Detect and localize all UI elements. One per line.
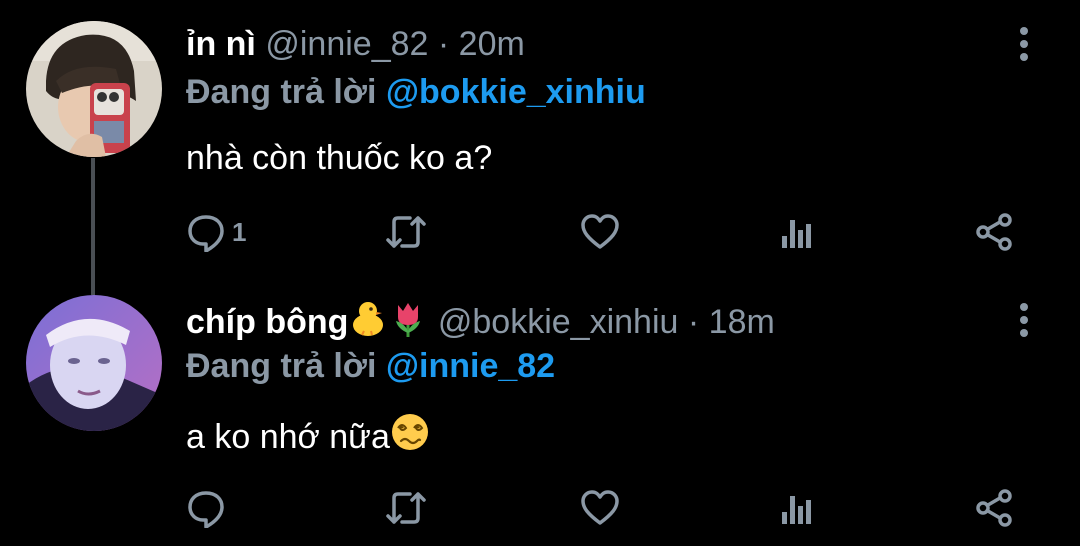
tweet-header: chíp bông @bokkie_xinhiu · 18m [186, 299, 775, 346]
like-icon [580, 488, 620, 528]
like-button[interactable] [580, 210, 620, 254]
reply-prefix: Đang trả lời [186, 73, 377, 111]
retweet-icon [384, 212, 428, 252]
reply-prefix: Đang trả lời [186, 347, 377, 385]
reply-icon [186, 212, 226, 252]
tulip-emoji [388, 299, 428, 346]
reply-button[interactable] [186, 486, 232, 530]
dizzy-face-emoji [390, 412, 430, 461]
separator-dot: · [687, 303, 700, 341]
analytics-button[interactable] [780, 486, 816, 530]
reply-count: 1 [232, 216, 247, 247]
tweet-header: ỉn nì @innie_82 · 20m [186, 24, 525, 64]
avatar[interactable] [26, 21, 162, 157]
like-icon [580, 212, 620, 252]
user-handle[interactable]: @innie_82 [265, 25, 428, 63]
chick-emoji [348, 299, 388, 346]
reply-button[interactable]: 1 [186, 210, 246, 254]
tweet-actions: 1 [0, 210, 1080, 254]
tweet-text: a ko nhớ nữa [186, 418, 390, 456]
share-icon [974, 488, 1014, 528]
like-button[interactable] [580, 486, 620, 530]
reply-context: Đang trả lời @innie_82 [186, 346, 555, 386]
share-button[interactable] [974, 210, 1014, 254]
tweet-text: nhà còn thuốc ko a? [186, 139, 493, 177]
tweet-actions [0, 486, 1080, 530]
more-options-icon[interactable] [1010, 26, 1038, 62]
tweet-text-row: a ko nhớ nữa [186, 412, 430, 461]
retweet-icon [384, 488, 428, 528]
share-icon [974, 212, 1014, 252]
reply-context: Đang trả lời @bokkie_xinhiu [186, 72, 646, 112]
more-options-icon[interactable] [1010, 302, 1038, 338]
timestamp[interactable]: 18m [709, 303, 775, 341]
reply-mention-link[interactable]: @innie_82 [386, 347, 555, 385]
analytics-button[interactable] [780, 210, 816, 254]
display-name[interactable]: ỉn nì [186, 25, 256, 63]
retweet-button[interactable] [384, 486, 428, 530]
separator-dot: · [437, 25, 450, 63]
reply-icon [186, 488, 226, 528]
timestamp[interactable]: 20m [459, 25, 525, 63]
user-handle[interactable]: @bokkie_xinhiu [438, 303, 679, 341]
reply-mention-link[interactable]: @bokkie_xinhiu [386, 73, 646, 111]
avatar[interactable] [26, 295, 162, 431]
share-button[interactable] [974, 486, 1014, 530]
retweet-button[interactable] [384, 210, 428, 254]
analytics-icon [780, 212, 816, 252]
display-name[interactable]: chíp bông [186, 303, 348, 341]
analytics-icon [780, 488, 816, 528]
